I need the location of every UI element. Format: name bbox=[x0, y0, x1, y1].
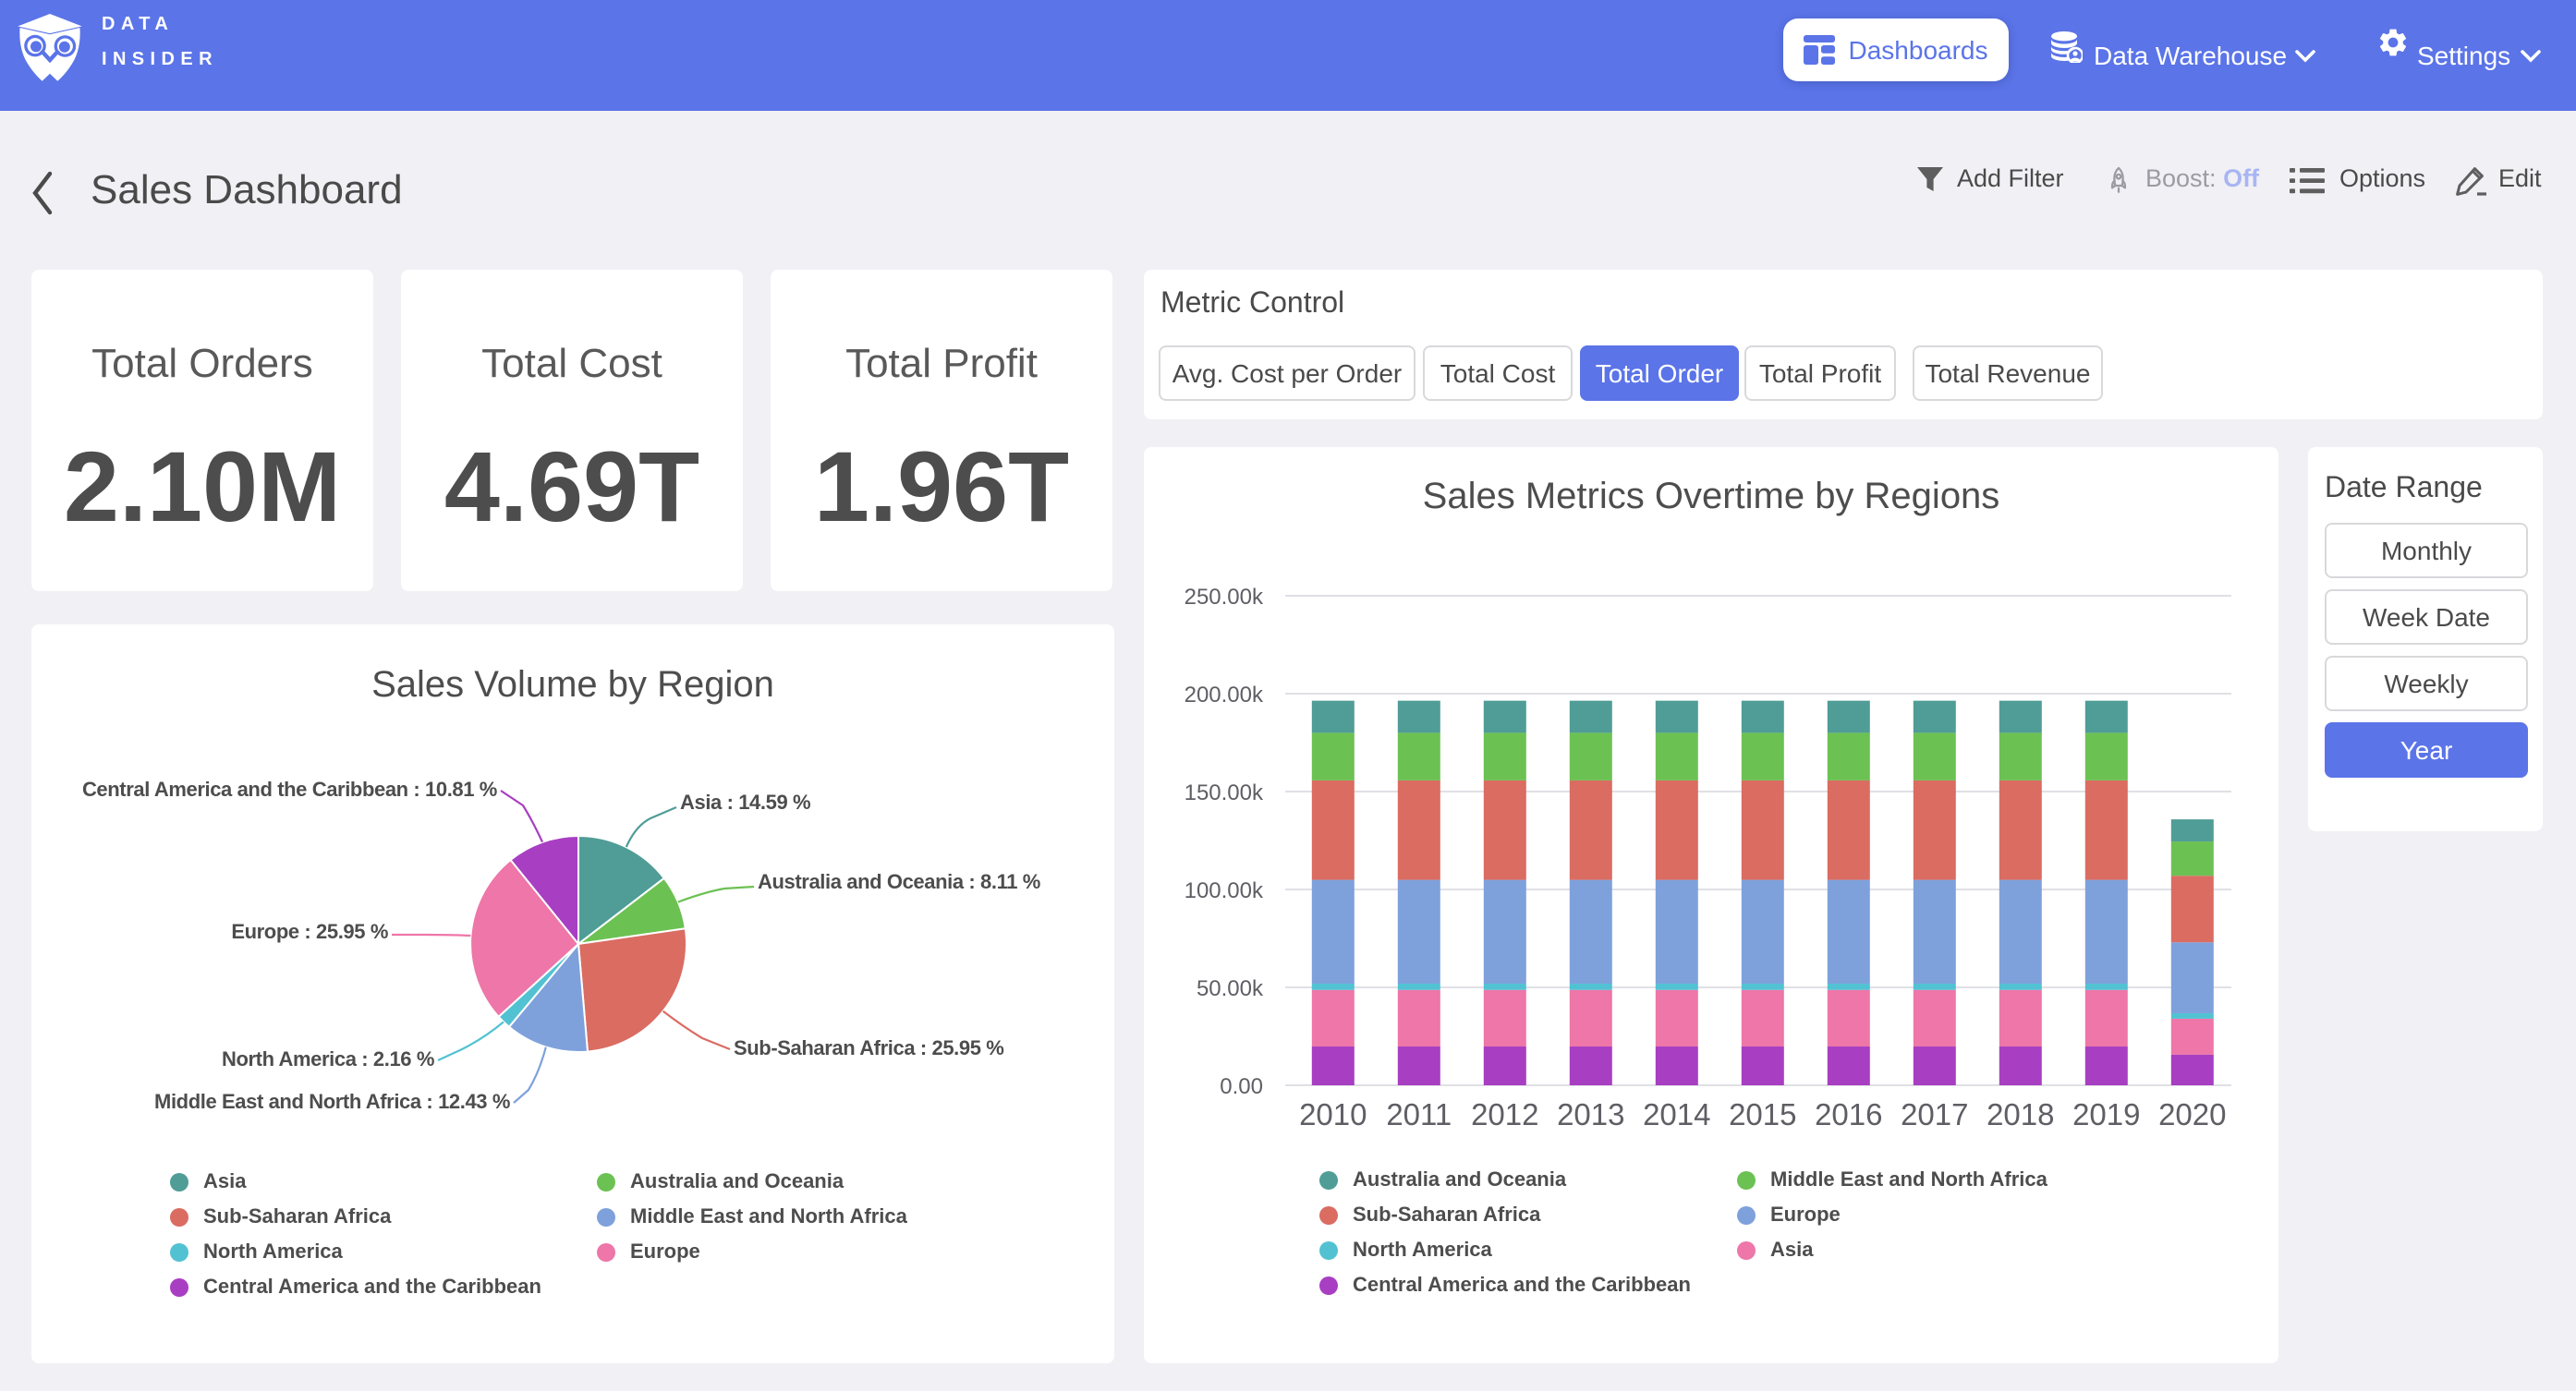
svg-text:150.00k: 150.00k bbox=[1185, 780, 1264, 805]
svg-text:2016: 2016 bbox=[1815, 1097, 1882, 1131]
svg-text:2011: 2011 bbox=[1386, 1097, 1452, 1131]
svg-text:2020: 2020 bbox=[2158, 1097, 2226, 1131]
svg-text:250.00k: 250.00k bbox=[1185, 585, 1264, 610]
svg-text:100.00k: 100.00k bbox=[1185, 878, 1264, 903]
svg-text:2015: 2015 bbox=[1729, 1097, 1796, 1131]
svg-text:2010: 2010 bbox=[1299, 1097, 1367, 1131]
svg-text:2019: 2019 bbox=[2072, 1097, 2140, 1131]
svg-text:50.00k: 50.00k bbox=[1197, 976, 1264, 1001]
svg-text:2014: 2014 bbox=[1643, 1097, 1710, 1131]
svg-text:2018: 2018 bbox=[1987, 1097, 2054, 1131]
svg-text:2013: 2013 bbox=[1557, 1097, 1624, 1131]
svg-text:200.00k: 200.00k bbox=[1185, 683, 1264, 708]
svg-text:2017: 2017 bbox=[1901, 1097, 1968, 1131]
svg-text:2012: 2012 bbox=[1471, 1097, 1538, 1131]
svg-text:0.00: 0.00 bbox=[1220, 1074, 1263, 1099]
